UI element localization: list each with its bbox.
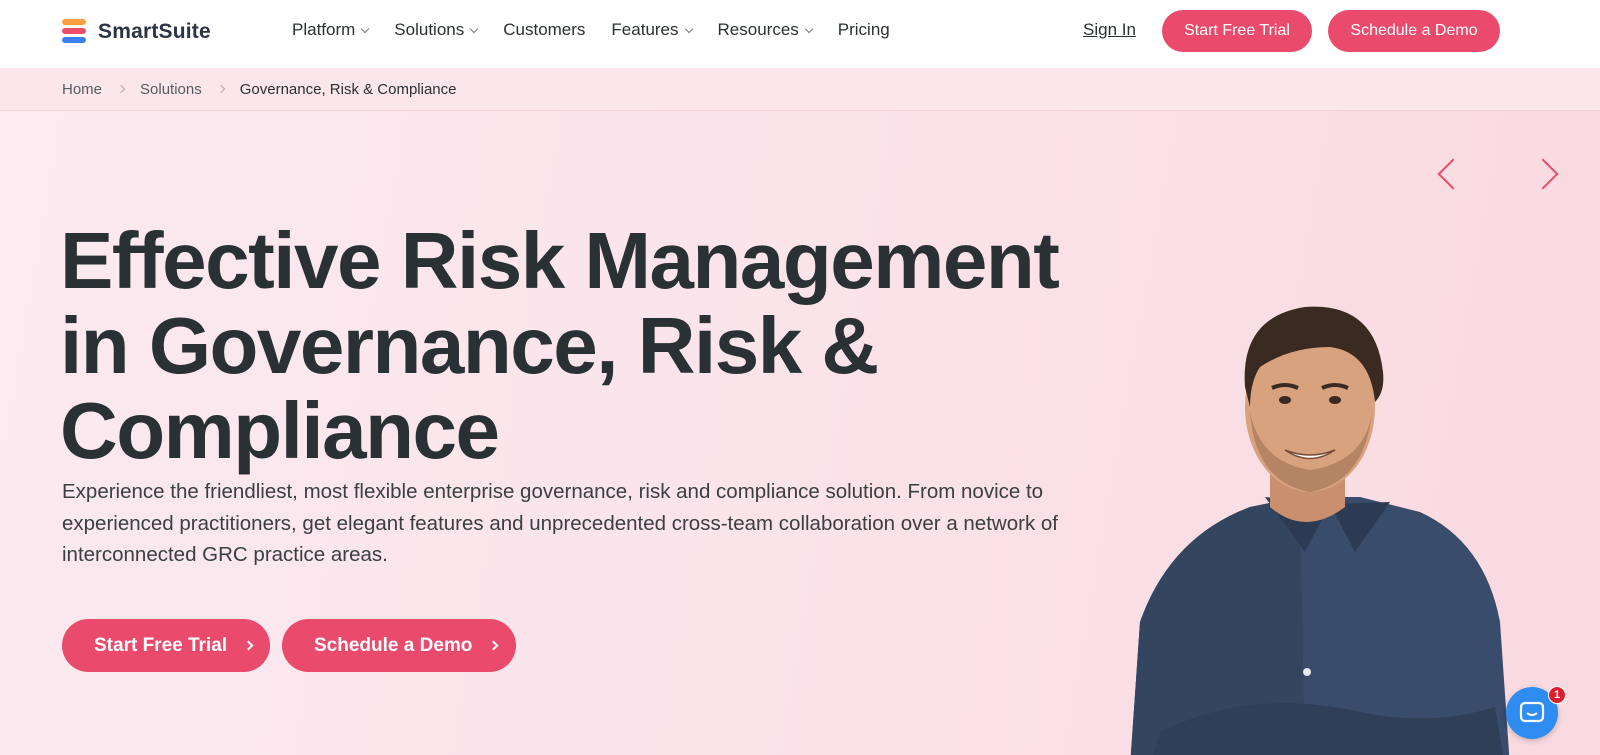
nav-item-label: Pricing bbox=[837, 20, 890, 39]
nav-item-label: Platform bbox=[292, 20, 356, 39]
nav-item-resources[interactable]: Resources bbox=[717, 20, 814, 40]
nav-item-label: Features bbox=[611, 20, 679, 39]
breadcrumb-current: Governance, Risk & Compliance bbox=[239, 80, 457, 98]
chevron-down-icon bbox=[684, 24, 693, 34]
hero-title-line-3: Compliance bbox=[60, 386, 500, 475]
hero-title-line-2: in Governance, Risk & bbox=[60, 301, 879, 390]
chevron-down-icon bbox=[361, 24, 370, 34]
hero-title-line-1: Effective Risk Management bbox=[60, 216, 1060, 305]
nav-item-pricing[interactable]: Pricing bbox=[838, 20, 890, 40]
nav-item-label: Resources bbox=[717, 20, 799, 39]
chevron-right-icon bbox=[116, 84, 126, 94]
chevron-down-icon bbox=[804, 24, 814, 34]
main-nav: Platform Solutions Customers Features Re… bbox=[292, 20, 916, 40]
carousel-next-arrow-icon[interactable] bbox=[1527, 158, 1559, 190]
logo-text: SmartSuite bbox=[98, 20, 211, 43]
hero-start-free-trial-button[interactable]: Start Free Trial bbox=[62, 619, 270, 672]
smartsuite-logo-icon bbox=[62, 19, 86, 45]
sign-in-link[interactable]: Sign In bbox=[1083, 20, 1136, 40]
chat-notification-badge: 1 bbox=[1548, 686, 1566, 704]
hero-schedule-demo-button[interactable]: Schedule a Demo bbox=[282, 619, 516, 672]
breadcrumb-solutions[interactable]: Solutions bbox=[140, 81, 202, 98]
logo[interactable]: SmartSuite bbox=[62, 19, 211, 45]
breadcrumb-home[interactable]: Home bbox=[62, 81, 102, 98]
nav-item-solutions[interactable]: Solutions bbox=[394, 20, 479, 40]
chevron-down-icon bbox=[469, 24, 479, 34]
nav-item-customers[interactable]: Customers bbox=[503, 20, 585, 40]
nav-item-platform[interactable]: Platform bbox=[292, 20, 370, 40]
header-start-free-trial-button[interactable]: Start Free Trial bbox=[1162, 10, 1312, 52]
nav-item-label: Customers bbox=[503, 20, 586, 39]
carousel-prev-arrow-icon[interactable] bbox=[1437, 158, 1469, 190]
hero-title: Effective Risk Management in Governance,… bbox=[60, 218, 1180, 473]
header-schedule-demo-button[interactable]: Schedule a Demo bbox=[1328, 10, 1500, 52]
breadcrumb: Home Solutions Governance, Risk & Compli… bbox=[0, 68, 1600, 111]
site-header: SmartSuite Platform Solutions Customers … bbox=[0, 0, 1600, 68]
cta-label: Start Free Trial bbox=[94, 634, 228, 656]
chevron-right-icon bbox=[243, 640, 254, 651]
nav-item-features[interactable]: Features bbox=[611, 20, 693, 40]
chevron-right-icon bbox=[216, 84, 225, 94]
hero-description: Experience the friendliest, most flexibl… bbox=[62, 480, 1058, 566]
nav-item-label: Solutions bbox=[394, 20, 465, 39]
chevron-right-icon bbox=[488, 640, 499, 651]
chat-icon bbox=[1519, 701, 1545, 723]
cta-label: Schedule a Demo bbox=[314, 634, 473, 656]
hero-section: Effective Risk Management in Governance,… bbox=[0, 111, 1600, 755]
